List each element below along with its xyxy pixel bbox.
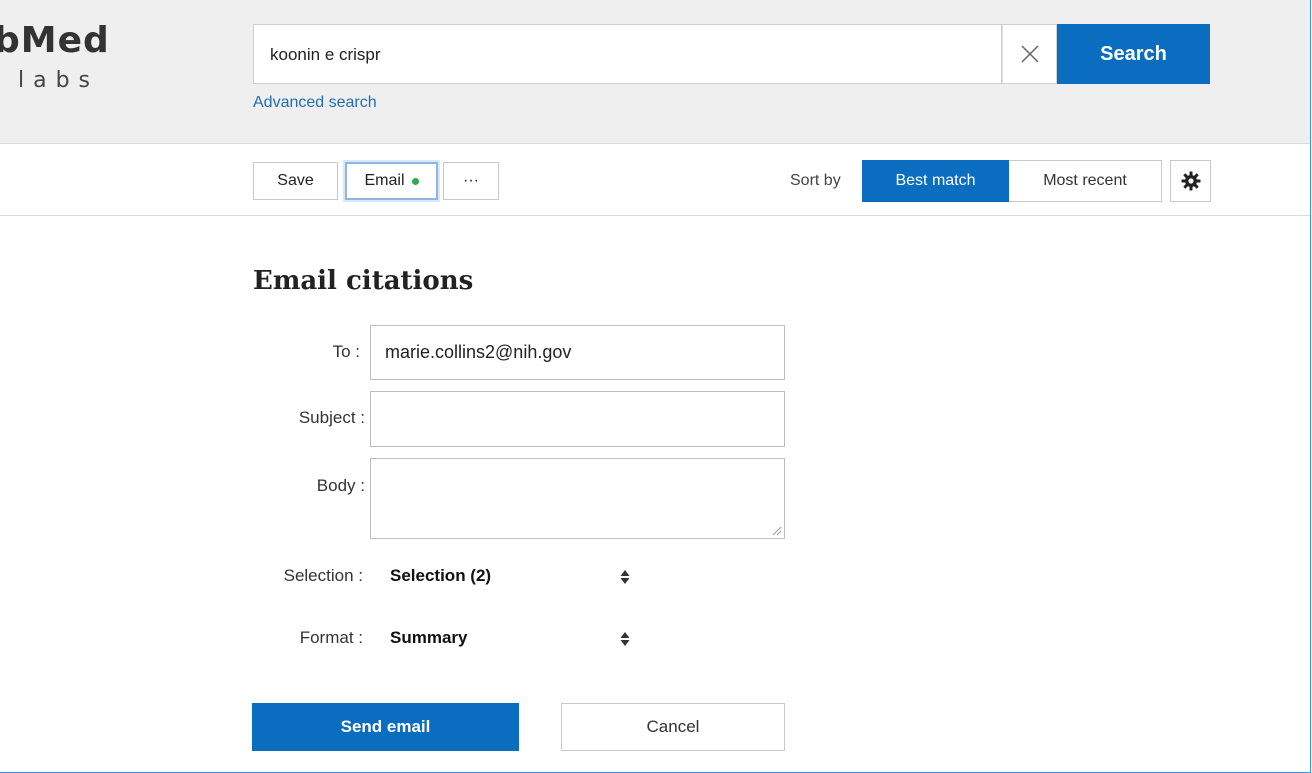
- save-button[interactable]: Save: [253, 162, 338, 200]
- subject-label: Subject :: [298, 408, 365, 427]
- sort-updown-icon: [620, 632, 630, 646]
- body-textarea[interactable]: [370, 458, 785, 539]
- email-button-label: Email: [364, 172, 405, 189]
- search-button[interactable]: Search: [1057, 24, 1210, 84]
- clear-search-button[interactable]: [1002, 24, 1057, 84]
- sort-most-recent-button[interactable]: Most recent: [1009, 160, 1162, 202]
- resize-handle-icon[interactable]: [772, 526, 782, 536]
- sort-best-match-button[interactable]: Best match: [862, 160, 1009, 202]
- email-form-title: Email citations: [253, 266, 474, 296]
- search-box[interactable]: [253, 24, 1002, 85]
- more-options-button[interactable]: ···: [443, 162, 499, 200]
- selection-select[interactable]: Selection (2): [390, 566, 640, 586]
- search-input[interactable]: [268, 25, 992, 85]
- selection-label: Selection :: [283, 566, 363, 585]
- email-button[interactable]: Email: [345, 162, 438, 200]
- logo-subtext: labs: [18, 68, 100, 93]
- to-label: To :: [332, 342, 360, 361]
- advanced-search-link[interactable]: Advanced search: [253, 94, 377, 112]
- format-label: Format :: [299, 628, 363, 647]
- send-email-button[interactable]: Send email: [252, 703, 519, 751]
- cancel-button[interactable]: Cancel: [561, 703, 785, 751]
- more-options-label: ···: [463, 172, 479, 189]
- sort-updown-icon: [620, 570, 630, 584]
- display-settings-button[interactable]: [1170, 160, 1211, 202]
- save-button-label: Save: [277, 172, 314, 189]
- close-icon: [1020, 45, 1039, 63]
- format-select[interactable]: Summary: [390, 628, 640, 648]
- active-status-dot: [411, 177, 419, 185]
- logo-text[interactable]: bMed: [0, 20, 110, 61]
- format-value: Summary: [390, 628, 468, 647]
- toolbar-divider: [0, 215, 1310, 216]
- sort-by-label: Sort by: [790, 172, 841, 189]
- selection-value: Selection (2): [390, 566, 492, 585]
- gear-icon: [1181, 171, 1200, 191]
- subject-field[interactable]: [370, 391, 785, 447]
- body-label: Body :: [316, 476, 365, 495]
- header-bar: bMed labs Search Advanced search: [0, 0, 1310, 144]
- to-email-field[interactable]: [370, 325, 785, 380]
